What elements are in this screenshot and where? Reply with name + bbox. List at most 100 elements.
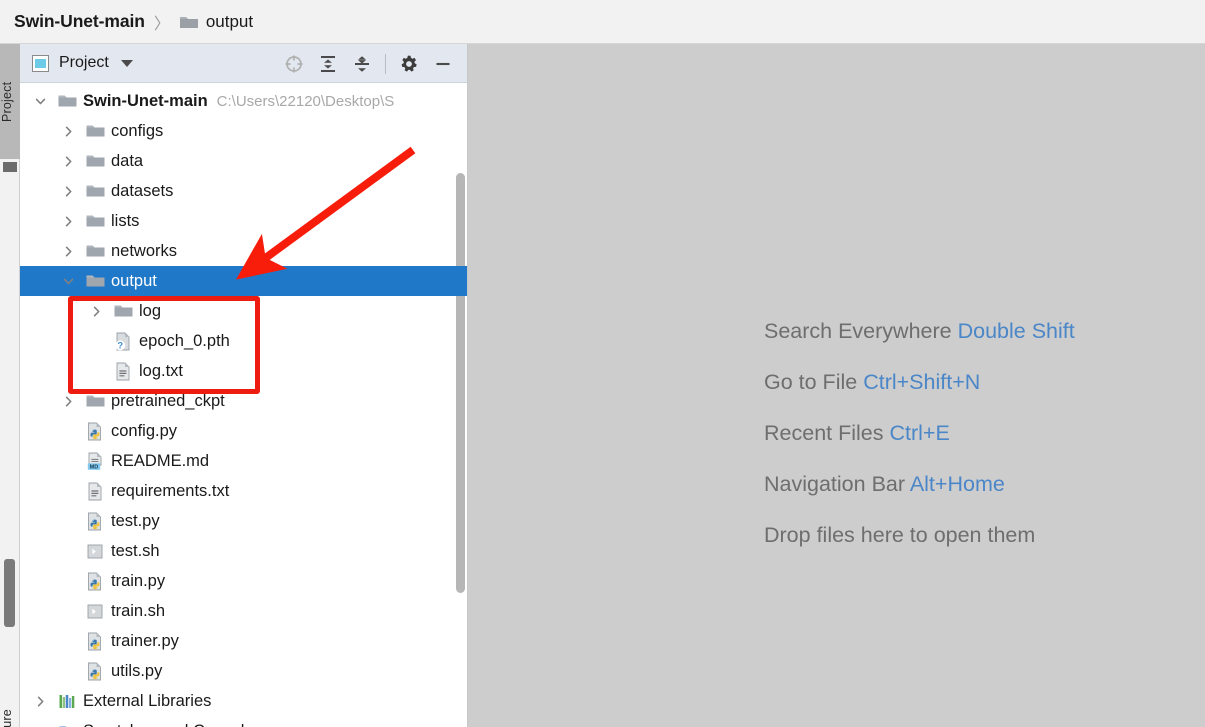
tree-row-requirements-txt[interactable]: requirements.txt bbox=[20, 476, 467, 506]
tree-row-data[interactable]: data bbox=[20, 146, 467, 176]
tree-row-readme-md[interactable]: MD README.md bbox=[20, 446, 467, 476]
editor-tip-shortcut: Alt+Home bbox=[909, 472, 1005, 496]
svg-text:MD: MD bbox=[90, 464, 99, 470]
tree-row-epoch-0-pth[interactable]: ? epoch_0.pth bbox=[20, 326, 467, 356]
chevron-right-icon[interactable] bbox=[60, 153, 76, 169]
tree-row-label: log.txt bbox=[139, 361, 184, 380]
project-panel: Project Swin-Unet-main C:\Users\22120\De… bbox=[20, 44, 468, 727]
tree-row-datasets[interactable]: datasets bbox=[20, 176, 467, 206]
chevron-down-icon[interactable] bbox=[120, 59, 133, 67]
editor-tip-text: Search Everywhere bbox=[764, 319, 958, 343]
settings-gear-icon[interactable] bbox=[393, 48, 425, 80]
tree-row-label: train.py bbox=[111, 571, 166, 590]
tree-row-label: train.sh bbox=[111, 601, 166, 620]
tree-row-external-libraries[interactable]: External Libraries bbox=[20, 686, 467, 716]
tool-strip-project[interactable]: Project bbox=[0, 44, 20, 159]
tree-arrow-placeholder bbox=[88, 333, 104, 349]
breadcrumb: Swin-Unet-main 〉 output bbox=[0, 0, 1205, 44]
folder-icon bbox=[85, 391, 105, 411]
tree-row-configs[interactable]: configs bbox=[20, 116, 467, 146]
expand-all-icon[interactable] bbox=[312, 48, 344, 80]
breadcrumb-root[interactable]: Swin-Unet-main bbox=[14, 11, 145, 32]
tool-strip-scroll-handle-icon[interactable] bbox=[4, 559, 15, 627]
tree-row-pretrained-ckpt[interactable]: pretrained_ckpt bbox=[20, 386, 467, 416]
tree-row-train-py[interactable]: train.py bbox=[20, 566, 467, 596]
folder-icon bbox=[85, 211, 105, 231]
chevron-right-icon[interactable] bbox=[88, 303, 104, 319]
tree-row-label: Swin-Unet-main bbox=[83, 91, 208, 110]
editor-tip-shortcut: Ctrl+Shift+N bbox=[863, 370, 981, 394]
tree-row-log-txt[interactable]: log.txt bbox=[20, 356, 467, 386]
tree-row-label: datasets bbox=[111, 181, 174, 200]
chevron-right-icon[interactable] bbox=[60, 213, 76, 229]
tree-row-label: External Libraries bbox=[83, 691, 212, 710]
python-file-icon bbox=[85, 511, 105, 531]
toolbar-divider bbox=[385, 53, 386, 74]
tool-strip-structure[interactable]: ucture bbox=[0, 684, 20, 727]
editor-tip-text: Navigation Bar bbox=[764, 472, 910, 496]
chevron-down-icon[interactable] bbox=[32, 93, 48, 109]
editor-tip: Search Everywhere Double Shift bbox=[764, 319, 1075, 344]
svg-text:?: ? bbox=[117, 339, 123, 350]
tree-row-label: lists bbox=[111, 211, 140, 230]
markdown-file-icon: MD bbox=[85, 451, 105, 471]
tree-arrow-placeholder bbox=[60, 513, 76, 529]
chevron-right-icon[interactable] bbox=[60, 243, 76, 259]
project-file-tree[interactable]: Swin-Unet-main C:\Users\22120\Desktop\S co… bbox=[20, 83, 467, 727]
folder-icon bbox=[85, 271, 105, 291]
breadcrumb-folder-icon bbox=[179, 14, 199, 30]
editor-tip-text: Go to File bbox=[764, 370, 864, 394]
unknown-file-icon: ? bbox=[113, 331, 133, 351]
tree-row-label: utils.py bbox=[111, 661, 163, 680]
ide-window: Swin-Unet-main 〉 output Project ucture P… bbox=[0, 0, 1205, 727]
folder-icon bbox=[85, 181, 105, 201]
chevron-right-icon[interactable] bbox=[32, 693, 48, 709]
tree-arrow-placeholder bbox=[60, 573, 76, 589]
python-file-icon bbox=[85, 631, 105, 651]
tool-strip-handle-icon bbox=[3, 162, 17, 172]
tree-row-label: trainer.py bbox=[111, 631, 179, 650]
breadcrumb-separator-icon: 〉 bbox=[153, 13, 170, 33]
editor-empty-area: Search Everywhere Double Shift Go to File… bbox=[468, 44, 1205, 727]
tree-row-train-sh[interactable]: train.sh bbox=[20, 596, 467, 626]
hide-panel-icon[interactable] bbox=[427, 48, 459, 80]
editor-tip-shortcut: Ctrl+E bbox=[889, 421, 950, 445]
chevron-right-icon[interactable] bbox=[60, 183, 76, 199]
chevron-down-icon[interactable] bbox=[60, 273, 76, 289]
tree-row-label: output bbox=[111, 271, 157, 290]
editor-tip-text: Drop files here to open them bbox=[764, 523, 1036, 547]
project-panel-title: Project bbox=[59, 54, 109, 71]
tree-row-output[interactable]: output bbox=[20, 266, 467, 296]
python-file-icon bbox=[85, 571, 105, 591]
tree-row-label: test.py bbox=[111, 511, 160, 530]
tree-row-lists[interactable]: lists bbox=[20, 206, 467, 236]
tree-row-log[interactable]: log bbox=[20, 296, 467, 326]
select-opened-file-icon[interactable] bbox=[278, 48, 310, 80]
tree-row-label: log bbox=[139, 301, 162, 320]
tree-arrow-placeholder bbox=[60, 453, 76, 469]
tree-row-swin-unet-main[interactable]: Swin-Unet-main C:\Users\22120\Desktop\S bbox=[20, 86, 467, 116]
chevron-right-icon[interactable] bbox=[60, 123, 76, 139]
tree-arrow-placeholder bbox=[88, 363, 104, 379]
chevron-right-icon[interactable] bbox=[60, 393, 76, 409]
folder-icon bbox=[57, 91, 77, 111]
tree-row-trainer-py[interactable]: trainer.py bbox=[20, 626, 467, 656]
tree-row-label: config.py bbox=[111, 421, 178, 440]
folder-icon bbox=[85, 121, 105, 141]
tree-row-label: data bbox=[111, 151, 144, 170]
tree-arrow-placeholder bbox=[60, 603, 76, 619]
tree-row-config-py[interactable]: config.py bbox=[20, 416, 467, 446]
tree-row-networks[interactable]: networks bbox=[20, 236, 467, 266]
tree-row-path: C:\Users\22120\Desktop\S bbox=[216, 92, 395, 110]
tree-row-test-sh[interactable]: test.sh bbox=[20, 536, 467, 566]
left-tool-strip: Project ucture bbox=[0, 44, 20, 727]
tree-row-scratches-and-consoles[interactable]: Scratches and Consoles bbox=[20, 716, 467, 727]
breadcrumb-leaf[interactable]: output bbox=[206, 12, 253, 32]
project-view-selector[interactable]: Project bbox=[20, 54, 133, 72]
text-file-icon bbox=[85, 481, 105, 501]
tree-row-label: Scratches and Consoles bbox=[83, 722, 262, 727]
tree-row-utils-py[interactable]: utils.py bbox=[20, 656, 467, 686]
scratches-icon bbox=[57, 721, 77, 727]
collapse-all-icon[interactable] bbox=[346, 48, 378, 80]
tree-row-test-py[interactable]: test.py bbox=[20, 506, 467, 536]
